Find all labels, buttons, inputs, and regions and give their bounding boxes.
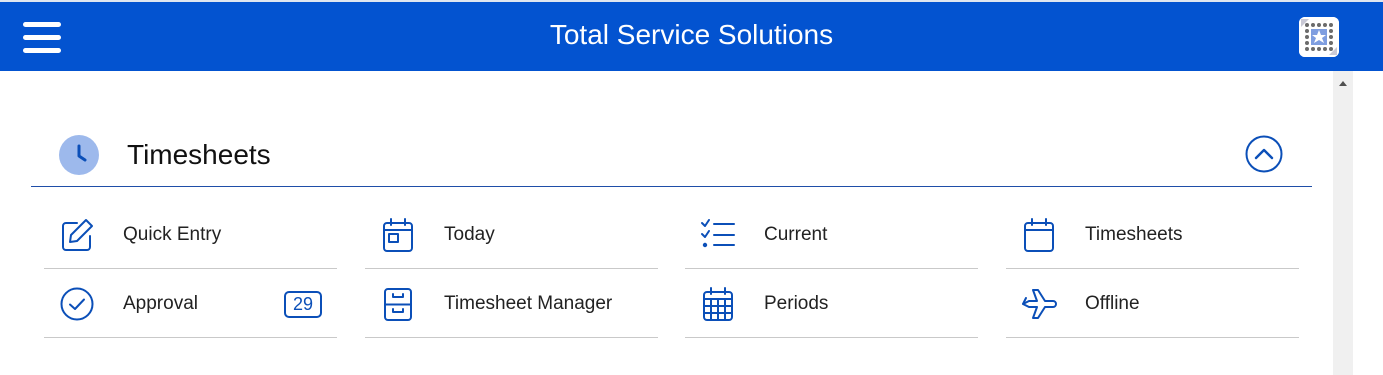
tile-label: Periods — [764, 293, 829, 314]
clock-icon — [59, 135, 99, 175]
calendar-icon — [1020, 216, 1058, 254]
tile-offline[interactable]: Offline — [1006, 270, 1299, 338]
tile-approval[interactable]: Approval 29 — [44, 270, 337, 338]
calendar-day-icon — [379, 216, 417, 254]
tile-label: Quick Entry — [123, 224, 222, 245]
tile-label: Today — [444, 224, 495, 245]
tile-periods[interactable]: Periods — [685, 270, 978, 338]
app-title: Total Service Solutions — [549, 19, 834, 50]
count-badge: 29 — [284, 291, 322, 318]
scroll-up-arrow-icon[interactable] — [1339, 81, 1347, 86]
tile-label: Approval — [123, 293, 198, 314]
airplane-icon — [1020, 285, 1058, 323]
tile-label: Current — [764, 224, 828, 245]
section-divider — [31, 186, 1312, 187]
tile-current[interactable]: Current — [685, 201, 978, 269]
check-circle-icon — [58, 285, 96, 323]
app-logo-icon[interactable] — [1299, 17, 1339, 57]
tile-timesheets[interactable]: Timesheets — [1006, 201, 1299, 269]
chevron-up-icon[interactable] — [1245, 135, 1283, 173]
edit-icon — [58, 216, 96, 254]
tile-timesheet-manager[interactable]: Timesheet Manager — [365, 270, 658, 338]
tile-quick-entry[interactable]: Quick Entry — [44, 201, 337, 269]
tile-label: Offline — [1085, 293, 1140, 314]
tile-label: Timesheet Manager — [444, 293, 613, 314]
vertical-scrollbar[interactable] — [1333, 71, 1353, 375]
tile-label: Timesheets — [1085, 224, 1183, 245]
file-cabinet-icon — [379, 285, 417, 323]
calendar-grid-icon — [699, 285, 737, 323]
top-app-bar: Total Service Solutions — [0, 0, 1383, 71]
section-title: Timesheets — [127, 139, 271, 170]
checklist-icon — [699, 216, 737, 254]
tile-today[interactable]: Today — [365, 201, 658, 269]
